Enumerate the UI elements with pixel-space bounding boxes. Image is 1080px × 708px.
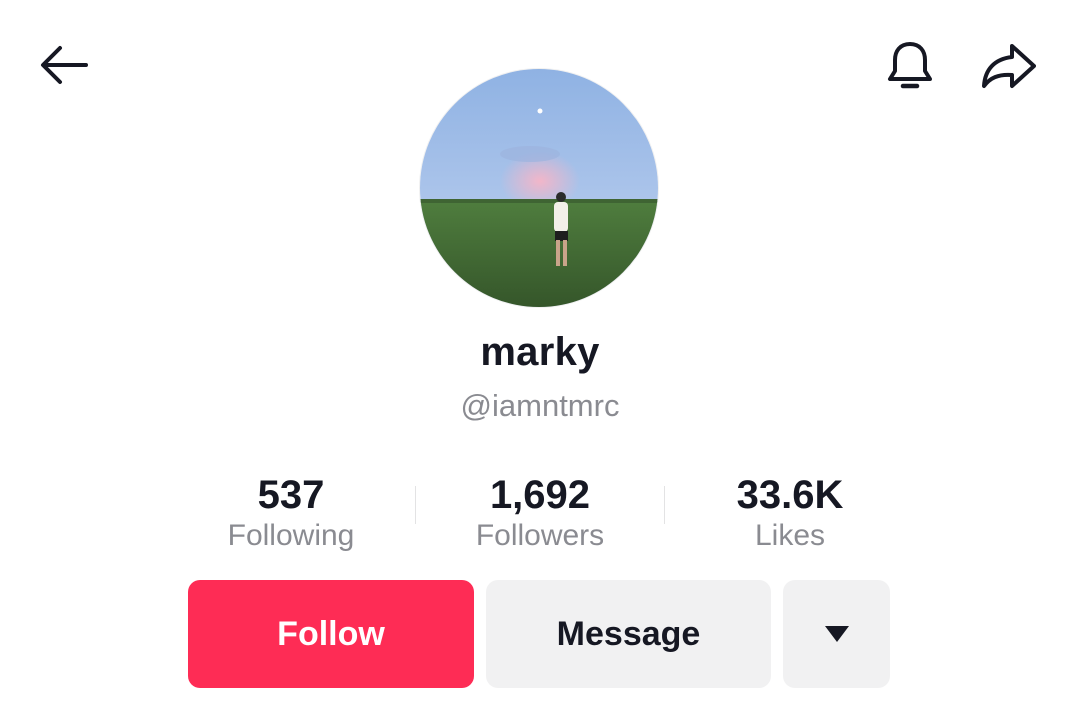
stat-divider	[664, 486, 665, 524]
share-button[interactable]	[980, 38, 1036, 94]
bell-icon	[888, 42, 932, 89]
follow-button[interactable]: Follow	[188, 580, 474, 688]
following-label: Following	[227, 519, 355, 552]
likes-count: 33.6K	[736, 473, 844, 517]
display-name: marky	[480, 330, 600, 374]
followers-count: 1,692	[489, 473, 591, 517]
avatar[interactable]	[420, 69, 658, 307]
likes-label: Likes	[754, 519, 826, 552]
stat-divider	[415, 486, 416, 524]
message-button[interactable]: Message	[486, 580, 771, 688]
following-count: 537	[257, 473, 325, 517]
caret-down-icon	[824, 626, 849, 642]
notification-bell-button[interactable]	[882, 38, 938, 94]
stat-following[interactable]: 537 Following	[171, 472, 411, 554]
more-options-button[interactable]	[783, 580, 890, 688]
followers-label: Followers	[475, 519, 605, 552]
stat-likes[interactable]: 33.6K Likes	[670, 472, 910, 554]
back-button[interactable]	[36, 38, 92, 94]
stat-followers[interactable]: 1,692 Followers	[420, 472, 660, 554]
share-arrow-icon	[982, 44, 1036, 88]
username-handle: @iamntmrc	[460, 388, 620, 423]
avatar-photo	[420, 69, 658, 307]
arrow-left-icon	[41, 46, 88, 84]
